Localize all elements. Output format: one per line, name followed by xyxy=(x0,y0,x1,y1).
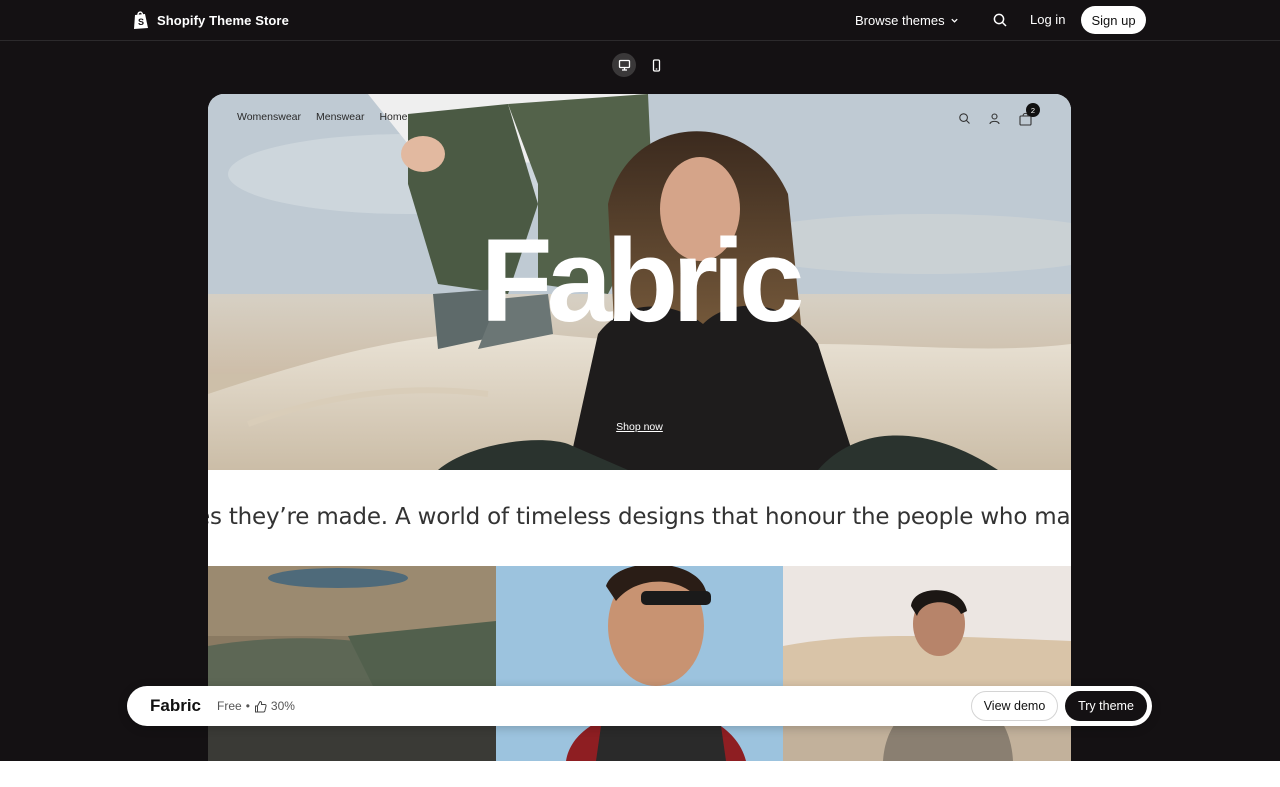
brand-name: Shopify Theme Store xyxy=(157,12,289,28)
try-theme-button[interactable]: Try theme xyxy=(1065,691,1147,721)
svg-text:S: S xyxy=(138,17,144,27)
theme-action-bar: Fabric Free • 30% View demo Try theme xyxy=(127,686,1152,726)
browse-themes-label: Browse themes xyxy=(855,12,945,28)
brand-logo[interactable]: S Shopify Theme Store xyxy=(132,10,289,30)
tile-photo-portrait xyxy=(495,566,784,761)
tile-photo-landscape xyxy=(208,566,496,761)
chevron-down-icon xyxy=(950,18,958,23)
thumbs-up-icon xyxy=(254,700,267,712)
tile-photo-desert xyxy=(783,566,1071,761)
hero-banner: Womenswear Menswear Home 2 Fabric Shop n… xyxy=(208,94,1071,470)
mobile-icon xyxy=(652,58,660,72)
desktop-icon xyxy=(618,59,630,71)
theme-price: Free xyxy=(217,699,242,713)
desktop-view-button[interactable] xyxy=(612,53,636,77)
theme-rating: 30% xyxy=(270,699,295,713)
store-navigation: Womenswear Menswear Home xyxy=(237,111,407,123)
account-icon[interactable] xyxy=(988,112,1001,125)
shop-now-link: Shop now xyxy=(208,421,1071,433)
marquee-text: es they’re made. A world of timeless des… xyxy=(208,504,1071,530)
product-image-tiles xyxy=(208,566,1071,761)
store-nav-womenswear[interactable]: Womenswear xyxy=(237,111,301,123)
store-nav-home[interactable]: Home xyxy=(379,111,407,123)
cart-count-badge: 2 xyxy=(1026,103,1040,117)
device-toggle xyxy=(612,53,668,77)
theme-name: Fabric xyxy=(150,696,202,715)
search-icon[interactable] xyxy=(992,12,1008,28)
marquee-banner: es they’re made. A world of timeless des… xyxy=(208,470,1071,566)
signup-button[interactable]: Sign up xyxy=(1081,6,1146,34)
store-search-icon[interactable] xyxy=(958,112,971,125)
hero-title: Fabric xyxy=(480,215,804,347)
theme-preview-frame[interactable]: Womenswear Menswear Home 2 Fabric Shop n… xyxy=(208,94,1071,761)
store-nav-menswear[interactable]: Menswear xyxy=(316,111,364,123)
view-demo-button[interactable]: View demo xyxy=(971,691,1058,721)
image-tile-3[interactable] xyxy=(783,566,1071,761)
login-link[interactable]: Log in xyxy=(1030,12,1065,27)
meta-separator: • xyxy=(245,699,250,713)
shopify-bag-icon: S xyxy=(134,11,148,29)
theme-meta: Free • 30% xyxy=(217,699,295,713)
cart-button[interactable]: 2 xyxy=(1018,103,1040,126)
top-navigation: S Shopify Theme Store Browse themes Log … xyxy=(0,0,1280,41)
theme-preview-stage: S Shopify Theme Store Browse themes Log … xyxy=(0,0,1280,761)
shop-now-label[interactable]: Shop now xyxy=(616,421,663,433)
image-tile-2[interactable] xyxy=(495,566,784,761)
store-header-icons: 2 xyxy=(958,103,1040,126)
browse-themes-menu[interactable]: Browse themes xyxy=(855,11,959,29)
image-tile-1[interactable] xyxy=(208,566,496,761)
mobile-view-button[interactable] xyxy=(644,53,668,77)
